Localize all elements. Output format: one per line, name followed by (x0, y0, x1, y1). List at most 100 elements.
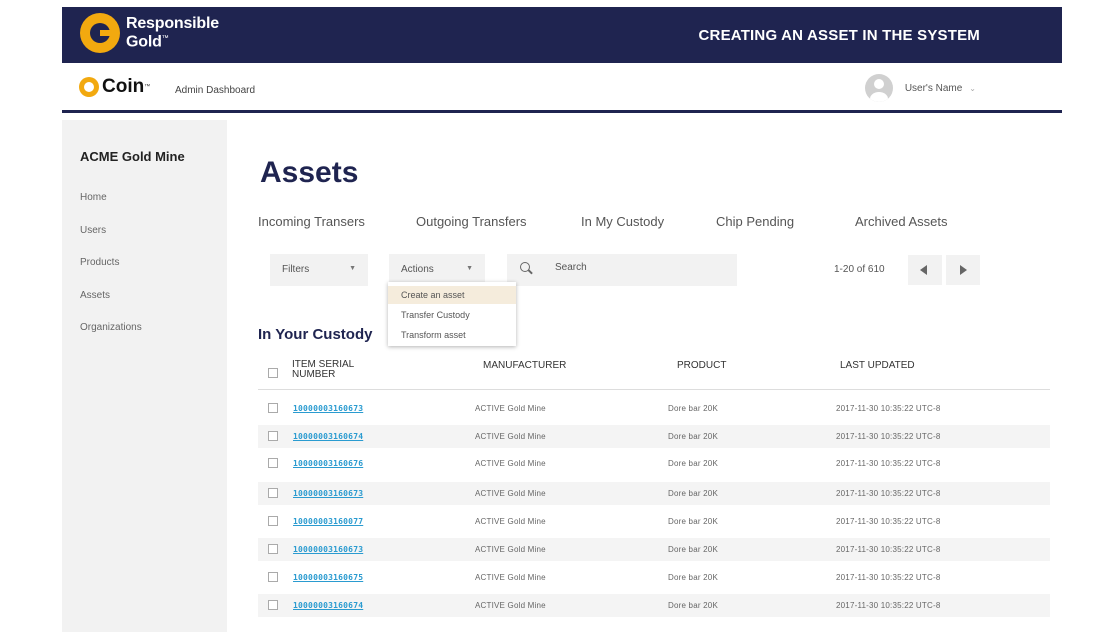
search-input[interactable] (555, 262, 725, 273)
row-checkbox[interactable] (268, 572, 278, 582)
tab-incoming-transfers[interactable]: Incoming Transers (258, 214, 365, 229)
user-name[interactable]: User's Name (905, 83, 962, 94)
manufacturer-cell: ACTIVE Gold Mine (475, 404, 546, 413)
actions-label: Actions (401, 264, 434, 275)
tab-archived-assets[interactable]: Archived Assets (855, 214, 948, 229)
gold-g-icon (80, 13, 120, 53)
product-cell: Dore bar 20K (668, 489, 718, 498)
menu-item-create-asset[interactable]: Create an asset (388, 286, 516, 304)
next-page-button[interactable] (946, 255, 980, 285)
coin-trademark: ™ (144, 84, 151, 90)
select-all-checkbox[interactable] (268, 368, 278, 378)
last-updated-cell: 2017-11-30 10:35:22 UTC-8 (836, 573, 941, 582)
product-cell: Dore bar 20K (668, 404, 718, 413)
actions-menu: Create an asset Transfer Custody Transfo… (388, 282, 516, 346)
pagination-range: 1-20 of 610 (834, 264, 885, 275)
sidebar-item-organizations[interactable]: Organizations (80, 322, 142, 333)
last-updated-cell: 2017-11-30 10:35:22 UTC-8 (836, 404, 941, 413)
tab-chip-pending[interactable]: Chip Pending (716, 214, 794, 229)
chevron-down-icon[interactable]: ⌄ (969, 84, 976, 93)
column-serial-line-2: NUMBER (292, 369, 336, 380)
serial-number-link[interactable]: 10000003160674 (293, 601, 363, 610)
last-updated-cell: 2017-11-30 10:35:22 UTC-8 (836, 601, 941, 610)
filters-dropdown[interactable]: Filters ▼ (270, 254, 368, 286)
product-cell: Dore bar 20K (668, 432, 718, 441)
column-serial-number[interactable]: ITEM SERIAL NUMBER (292, 360, 354, 380)
banner-title: CREATING AN ASSET IN THE SYSTEM (698, 27, 980, 44)
manufacturer-cell: ACTIVE Gold Mine (475, 545, 546, 554)
brand-line-2: Gold™ (126, 31, 219, 51)
product-cell: Dore bar 20K (668, 517, 718, 526)
serial-number-link[interactable]: 10000003160675 (293, 573, 363, 582)
serial-number-link[interactable]: 10000003160673 (293, 545, 363, 554)
serial-number-link[interactable]: 10000003160673 (293, 404, 363, 413)
row-checkbox[interactable] (268, 544, 278, 554)
column-product[interactable]: PRODUCT (677, 361, 726, 371)
manufacturer-cell: ACTIVE Gold Mine (475, 489, 546, 498)
organization-name: ACME Gold Mine (80, 149, 185, 164)
caret-down-icon: ▼ (349, 265, 356, 272)
section-title: In Your Custody (258, 326, 373, 343)
coin-logo[interactable]: Coin ™ (79, 76, 150, 98)
product-cell: Dore bar 20K (668, 459, 718, 468)
serial-number-link[interactable]: 10000003160676 (293, 459, 363, 468)
table-row[interactable]: 10000003160673 ACTIVE Gold Mine Dore bar… (258, 397, 1050, 420)
user-menu[interactable]: User's Name ⌄ (864, 74, 976, 102)
serial-number-link[interactable]: 10000003160674 (293, 432, 363, 441)
avatar-icon[interactable] (864, 74, 893, 102)
row-checkbox[interactable] (268, 488, 278, 498)
row-checkbox[interactable] (268, 431, 278, 441)
table-row[interactable]: 10000003160077 ACTIVE Gold Mine Dore bar… (258, 510, 1050, 533)
manufacturer-cell: ACTIVE Gold Mine (475, 517, 546, 526)
filters-label: Filters (282, 264, 310, 275)
row-checkbox[interactable] (268, 458, 278, 468)
sidebar-item-home[interactable]: Home (80, 192, 107, 203)
sidebar-item-assets[interactable]: Assets (80, 290, 110, 301)
arrow-left-icon (920, 265, 927, 275)
manufacturer-cell: ACTIVE Gold Mine (475, 459, 546, 468)
trademark: ™ (161, 35, 169, 43)
sidebar-item-products[interactable]: Products (80, 257, 119, 268)
last-updated-cell: 2017-11-30 10:35:22 UTC-8 (836, 545, 941, 554)
row-checkbox[interactable] (268, 403, 278, 413)
last-updated-cell: 2017-11-30 10:35:22 UTC-8 (836, 432, 941, 441)
table-row[interactable]: 10000003160674 ACTIVE Gold Mine Dore bar… (258, 425, 1050, 448)
manufacturer-cell: ACTIVE Gold Mine (475, 573, 546, 582)
previous-page-button[interactable] (908, 255, 942, 285)
search-icon (520, 262, 530, 272)
arrow-right-icon (960, 265, 967, 275)
brand-line-1: Responsible (126, 15, 219, 33)
manufacturer-cell: ACTIVE Gold Mine (475, 432, 546, 441)
table-header: ITEM SERIAL NUMBER MANUFACTURER PRODUCT … (258, 354, 1050, 390)
last-updated-cell: 2017-11-30 10:35:22 UTC-8 (836, 489, 941, 498)
table-row[interactable]: 10000003160676 ACTIVE Gold Mine Dore bar… (258, 452, 1050, 475)
row-checkbox[interactable] (268, 516, 278, 526)
last-updated-cell: 2017-11-30 10:35:22 UTC-8 (836, 459, 941, 468)
table-row[interactable]: 10000003160675 ACTIVE Gold Mine Dore bar… (258, 566, 1050, 589)
serial-number-link[interactable]: 10000003160673 (293, 489, 363, 498)
column-manufacturer[interactable]: MANUFACTURER (483, 361, 566, 371)
manufacturer-cell: ACTIVE Gold Mine (475, 601, 546, 610)
sidebar-item-users[interactable]: Users (80, 225, 106, 236)
admin-dashboard-label: Admin Dashboard (175, 85, 256, 96)
menu-item-transform-asset[interactable]: Transform asset (388, 326, 516, 344)
table-row[interactable]: 10000003160674 ACTIVE Gold Mine Dore bar… (258, 594, 1050, 617)
menu-item-transfer-custody[interactable]: Transfer Custody (388, 306, 516, 324)
serial-number-link[interactable]: 10000003160077 (293, 517, 363, 526)
app-header: Coin ™ Admin Dashboard User's Name ⌄ (62, 63, 1062, 113)
table-row[interactable]: 10000003160673 ACTIVE Gold Mine Dore bar… (258, 482, 1050, 505)
coin-g-icon (79, 77, 99, 97)
responsible-gold-logo: Responsible Gold™ (80, 13, 219, 53)
tab-in-my-custody[interactable]: In My Custody (581, 214, 664, 229)
tab-outgoing-transfers[interactable]: Outgoing Transfers (416, 214, 527, 229)
brand-name: Responsible Gold™ (126, 15, 219, 51)
product-cell: Dore bar 20K (668, 573, 718, 582)
sidebar: ACME Gold Mine Home Users Products Asset… (62, 120, 227, 632)
brand-line-2-text: Gold (126, 33, 162, 51)
product-cell: Dore bar 20K (668, 545, 718, 554)
table-row[interactable]: 10000003160673 ACTIVE Gold Mine Dore bar… (258, 538, 1050, 561)
coin-logo-text: Coin (102, 76, 145, 97)
search-box[interactable] (507, 254, 737, 286)
row-checkbox[interactable] (268, 600, 278, 610)
column-last-updated[interactable]: LAST UPDATED (840, 361, 915, 371)
